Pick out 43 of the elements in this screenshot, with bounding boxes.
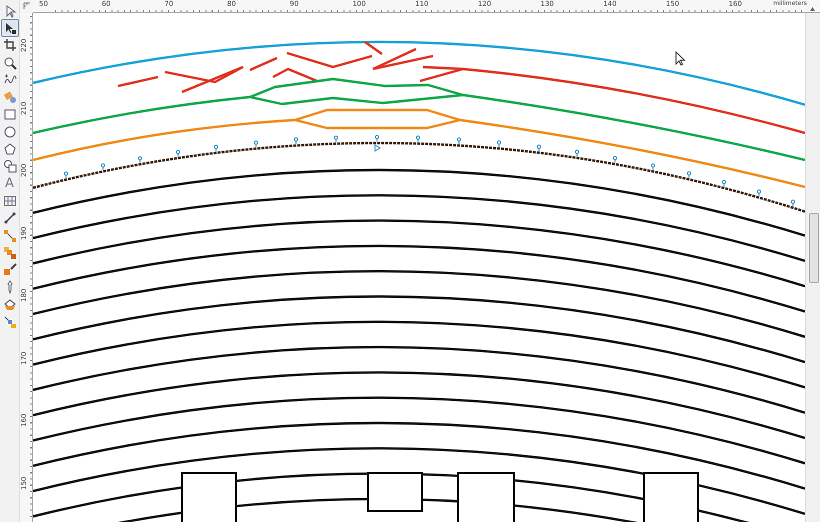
interactive-fill-icon bbox=[2, 314, 16, 329]
node-marker-icon[interactable] bbox=[64, 172, 68, 179]
magnifier-icon bbox=[2, 56, 16, 70]
text-tool-button[interactable]: A bbox=[0, 174, 18, 192]
node-marker-icon[interactable] bbox=[536, 144, 542, 152]
connector-icon bbox=[2, 228, 16, 242]
node-marker-icon[interactable] bbox=[574, 150, 580, 157]
node-marker-icon[interactable] bbox=[374, 134, 380, 142]
node-marker-icon[interactable] bbox=[722, 180, 726, 188]
node-marker-icon[interactable] bbox=[496, 140, 502, 148]
node-marker-icon[interactable] bbox=[612, 156, 618, 164]
node-marker-icon[interactable] bbox=[100, 163, 106, 170]
mouse-cursor-icon bbox=[676, 50, 686, 66]
scrollbar-thumb[interactable] bbox=[809, 213, 819, 283]
rectangle-icon bbox=[2, 107, 16, 122]
node-marker-icon[interactable] bbox=[176, 150, 180, 158]
node-marker-icon[interactable] bbox=[686, 171, 692, 178]
node-marker-icon[interactable] bbox=[334, 136, 338, 143]
node-marker-icon[interactable] bbox=[416, 136, 420, 143]
node-marker-icon[interactable] bbox=[294, 137, 298, 145]
dimension-line-icon bbox=[2, 211, 16, 226]
caret-icon[interactable] bbox=[810, 7, 815, 11]
shape-tool-button[interactable] bbox=[0, 19, 18, 37]
vertical-scrollbar[interactable] bbox=[805, 13, 820, 522]
node-marker-icon[interactable] bbox=[138, 156, 142, 164]
node-marker-icon[interactable] bbox=[456, 137, 462, 144]
node-marker-icon[interactable] bbox=[790, 200, 796, 207]
table-icon bbox=[2, 194, 16, 208]
polygon-icon bbox=[2, 142, 16, 156]
rectangle-shape bbox=[367, 472, 423, 512]
ellipse-icon bbox=[2, 124, 16, 139]
node-handle-icon[interactable] bbox=[374, 144, 381, 152]
node-marker-icon[interactable] bbox=[650, 163, 656, 170]
node-marker-icon[interactable] bbox=[214, 144, 218, 152]
ruler-origin-icon[interactable] bbox=[22, 2, 30, 10]
paint-bucket-icon bbox=[2, 298, 16, 312]
blend-icon bbox=[2, 246, 16, 260]
node-marker-icon[interactable] bbox=[254, 140, 258, 148]
effects-icon bbox=[2, 263, 16, 278]
crop-icon bbox=[2, 38, 16, 52]
smart-fill-icon bbox=[2, 90, 16, 104]
shapes-icon bbox=[2, 159, 16, 174]
node-marker-icon[interactable] bbox=[756, 189, 762, 197]
